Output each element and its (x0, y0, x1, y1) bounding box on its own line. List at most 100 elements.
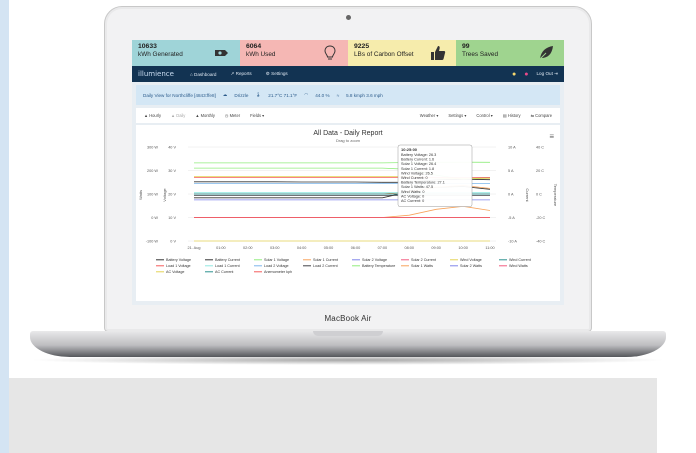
chart-toolbar: ▲ Hourly ▲ Daily ▲ Monthly ◷ Meter Field… (136, 108, 560, 123)
control-dropdown[interactable]: Control ▾ (476, 113, 492, 118)
weather-condition: Drizzle (234, 92, 249, 98)
chart-subtitle: Drag to zoom (336, 138, 361, 143)
tooltip-line: Battery Temperature: 27.1 (401, 181, 445, 185)
tooltip-line: Wind Voltage: 26.5 (401, 171, 433, 175)
legend-item: Battery Temperature (362, 264, 395, 268)
settings-dropdown[interactable]: Settings ▾ (448, 113, 466, 118)
legend-item: Load 1 Voltage (166, 264, 191, 268)
logout-label: Log Out (536, 71, 553, 76)
tooltip-time: 10:25:00 (401, 147, 418, 152)
voltage-tick-label: 10 V (168, 216, 176, 220)
fields-dropdown[interactable]: Fields ▾ (250, 113, 264, 118)
x-tick-label: 05:00 (324, 246, 334, 250)
weather-dd-label: Weather (419, 113, 436, 118)
tooltip-line: Solar 1 Current: 1.8 (401, 167, 434, 171)
legend-item: Solar 1 Voltage (264, 258, 289, 262)
temperature-axis-label: Temperature (553, 184, 558, 207)
nav-dashboard-label: Dashboard (194, 71, 217, 77)
view-title: Daily View for Northcliffe [4843:ffe8] (143, 92, 216, 98)
chart-title: All Data - Daily Report (313, 130, 382, 137)
legend-item: Wind Current (509, 258, 531, 262)
watts-tick-label: 0 W (151, 216, 158, 220)
tooltip-line: Battery Current: 1.6 (401, 158, 434, 162)
weather-wind: 5.8 kmph 3.6 mph (346, 92, 383, 98)
legend-item: Load 2 Voltage (264, 264, 289, 268)
tooltip-line: Solar 1 Watts: 47.5 (401, 185, 433, 189)
legend-item: AC Current (215, 270, 233, 274)
current-tick-label: 5 A (508, 169, 514, 173)
x-tick-label: 10:00 (458, 246, 468, 250)
compare-label: Compare (535, 113, 552, 118)
x-tick-label: 02:00 (243, 246, 253, 250)
legend-item: Wind Voltage (460, 258, 482, 262)
legend-item: Battery Voltage (166, 258, 191, 262)
toolbar-right: Weather ▾ Settings ▾ Control ▾ ▤ History… (420, 113, 552, 118)
voltage-axis-label: Voltage (162, 188, 167, 202)
temperature-tick-label: -40 C (536, 240, 546, 244)
camera-icon (346, 15, 351, 20)
nav-reports[interactable]: ↗ Reports (230, 71, 251, 77)
legend-item: Solar 1 Watts (411, 264, 433, 268)
chart-menu-icon: ≡ (549, 132, 554, 141)
tooltip-line: Battery Voltage: 26.3 (401, 153, 436, 157)
legend-item: Solar 2 Current (411, 258, 436, 262)
lightbulb-icon (324, 45, 336, 60)
fields-label: Fields (250, 113, 262, 118)
tab-hourly-label: Hourly (149, 113, 162, 118)
laptop-lid: 10633 kWh Generated 6064 kWh Used 9225 L… (104, 6, 592, 332)
tooltip-line: AC Voltage: 0 (401, 194, 424, 198)
history-button[interactable]: ▤ History (503, 113, 521, 118)
watts-tick-label: 100 W (147, 193, 158, 197)
x-tick-label: 07:00 (378, 246, 388, 250)
x-tick-label: 09:00 (431, 246, 441, 250)
watts-tick-label: 200 W (147, 169, 158, 173)
legend-item: AC Voltage (166, 270, 184, 274)
tab-monthly[interactable]: ▲ Monthly (195, 113, 215, 118)
voltage-tick-label: 0 V (170, 240, 176, 244)
watts-axis-label: Watts (138, 190, 143, 200)
stat-kwh-used: 6064 kWh Used (240, 40, 348, 66)
nav-reports-label: Reports (235, 71, 252, 76)
current-tick-label: 0 A (508, 193, 514, 197)
users-icon[interactable]: ● (512, 71, 516, 78)
watts-tick-label: -100 W (146, 240, 159, 244)
temperature-tick-label: 40 C (536, 146, 544, 150)
temperature-tick-label: 20 C (536, 169, 544, 173)
voltage-tick-label: 40 V (168, 146, 176, 150)
legend-item: Anemometer kph (264, 270, 292, 274)
app-logo: illumience (138, 70, 174, 78)
legend-item: Load 1 Current (215, 264, 240, 268)
control-dd-label: Control (476, 113, 490, 118)
nav-dashboard[interactable]: ⌂ Dashboard (190, 72, 217, 77)
wind-icon: ≈ (336, 92, 340, 98)
current-tick-label: -5 A (508, 216, 515, 220)
current-axis-label: Current (525, 188, 530, 202)
settings-dd-label: Settings (448, 113, 464, 118)
tab-hourly[interactable]: ▲ Hourly (144, 113, 161, 118)
watts-tick-label: 300 W (147, 146, 158, 150)
cloud-icon: ☁ (222, 92, 228, 97)
compare-button[interactable]: ⇆ Compare (531, 113, 552, 118)
tooltip-line: Solar 1 Voltage: 26.4 (401, 162, 436, 166)
voltage-tick-label: 30 V (168, 169, 176, 173)
temperature-tick-label: -20 C (536, 216, 546, 220)
app-screen: 10633 kWh Generated 6064 kWh Used 9225 L… (132, 40, 564, 305)
stats-bar: 10633 kWh Generated 6064 kWh Used 9225 L… (132, 40, 564, 66)
legend-item: Solar 2 Voltage (362, 258, 387, 262)
weather-dropdown[interactable]: Weather ▾ (420, 113, 439, 118)
tab-daily[interactable]: ▲ Daily (171, 113, 185, 118)
leaf-icon (538, 46, 553, 61)
page-left-strip (0, 0, 9, 453)
nav-settings[interactable]: ⚙ Settings (266, 71, 288, 77)
legend-item: Battery Current (215, 258, 240, 262)
x-tick-label: 01:00 (216, 246, 226, 250)
notification-icon[interactable]: ● (524, 71, 528, 78)
line-chart[interactable]: All Data - Daily ReportDrag to zoom ≡ 300 … (136, 125, 560, 301)
x-tick-label: 06:00 (351, 246, 361, 250)
laptop-base (30, 331, 666, 357)
humidity-icon: ◠ (304, 92, 309, 97)
stat-trees-saved: 99 Trees Saved (456, 40, 564, 66)
chart-panel: All Data - Daily Report Drag to zoom ≡ 300 … (136, 125, 560, 301)
tab-meter[interactable]: ◷ Meter (225, 113, 240, 118)
logout-link[interactable]: Log Out ⇥ (537, 71, 559, 77)
